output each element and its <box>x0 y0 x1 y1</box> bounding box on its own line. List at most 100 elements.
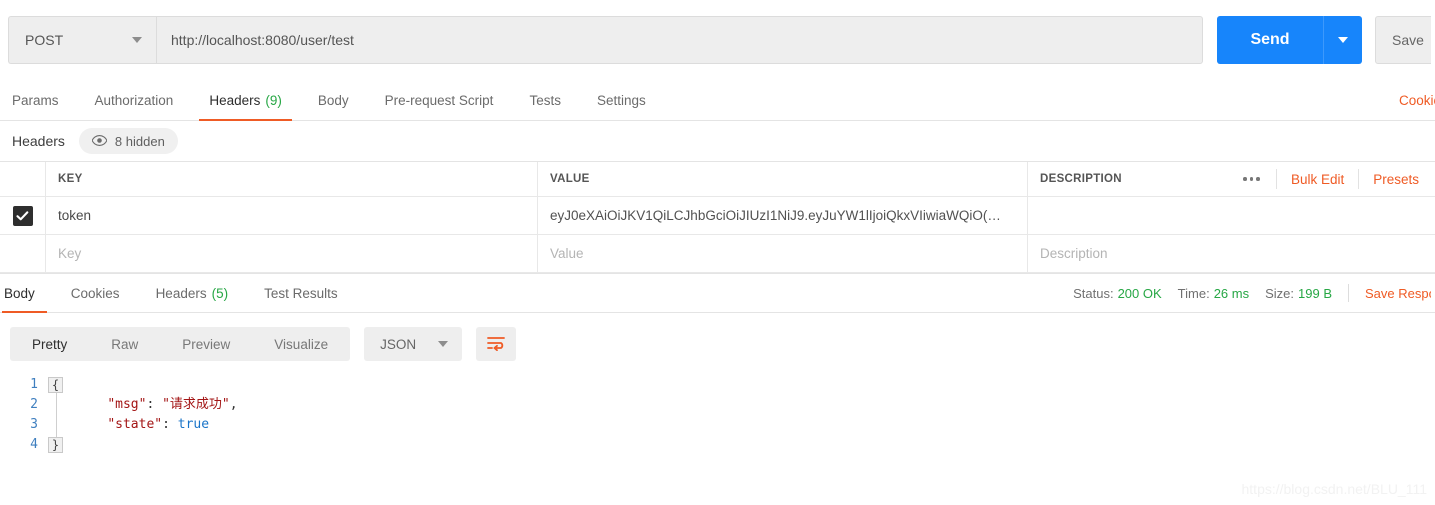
code-line: "msg": "请求成功", <box>76 395 238 415</box>
size-badge: Size: 199 B <box>1265 286 1332 301</box>
tab-headers[interactable]: Headers (9) <box>191 80 300 121</box>
response-body-viewer[interactable]: 1 2 3 4 { } "msg": "请求成功", "state": true <box>0 375 1435 455</box>
chevron-down-icon <box>438 341 449 347</box>
save-button[interactable]: Save <box>1375 16 1435 64</box>
dot <box>1243 177 1247 181</box>
new-value-input[interactable]: Value <box>538 235 1028 272</box>
tab-params[interactable]: Params <box>0 80 77 120</box>
divider <box>1348 284 1349 302</box>
bulk-edit-button[interactable]: Bulk Edit <box>1277 169 1360 189</box>
time-value: 26 ms <box>1213 285 1250 301</box>
view-mode-raw[interactable]: Raw <box>89 327 160 361</box>
new-description-input[interactable]: Description <box>1028 235 1435 272</box>
tab-label: Cookies <box>70 285 120 301</box>
send-options-button[interactable] <box>1323 16 1362 64</box>
tab-settings[interactable]: Settings <box>579 80 664 120</box>
hidden-headers-label: 8 hidden <box>114 133 165 149</box>
tab-authorization[interactable]: Authorization <box>77 80 192 120</box>
response-format-label: JSON <box>380 336 417 352</box>
tab-count: (5) <box>211 285 229 301</box>
new-description-placeholder: Description <box>1040 246 1108 261</box>
table-actions: Bulk Edit Presets <box>1227 162 1423 196</box>
response-tab-test-results[interactable]: Test Results <box>246 274 356 312</box>
json-boolean-value: true <box>177 417 210 432</box>
line-number: 2 <box>30 397 38 412</box>
view-mode-preview[interactable]: Preview <box>160 327 252 361</box>
hidden-headers-toggle[interactable]: 8 hidden <box>78 128 178 154</box>
window-right-edge <box>1431 0 1435 80</box>
line-number: 3 <box>30 417 38 432</box>
dot <box>1256 177 1260 181</box>
fold-open-brace[interactable]: { <box>48 377 63 393</box>
http-method-label: POST <box>25 32 64 48</box>
json-colon: : <box>146 397 163 412</box>
tab-count: (9) <box>265 92 282 108</box>
code-lines: "msg": "请求成功", "state": true <box>66 375 238 455</box>
code-fold-column: { } <box>48 375 66 455</box>
cookies-link[interactable]: Cookies <box>1399 80 1435 120</box>
tab-label: Test Results <box>264 285 338 301</box>
new-key-placeholder: Key <box>58 246 82 261</box>
tab-label: Body <box>317 92 349 108</box>
request-tab-bar: Params Authorization Headers (9) Body Pr… <box>0 80 1435 121</box>
header-cell-description: DESCRIPTION Bulk Edit Presets <box>1028 162 1435 196</box>
tab-tests[interactable]: Tests <box>511 80 579 120</box>
http-method-select[interactable]: POST <box>8 16 156 64</box>
line-number: 1 <box>30 377 38 392</box>
view-mode-visualize[interactable]: Visualize <box>252 327 350 361</box>
send-button-group: Send <box>1217 16 1362 64</box>
response-body-toolbar: Pretty Raw Preview Visualize JSON <box>0 313 1435 375</box>
status-value: 200 OK <box>1117 285 1162 301</box>
row-description-input[interactable] <box>1028 197 1435 234</box>
json-colon: : <box>162 417 178 432</box>
header-cell-value: VALUE <box>538 162 1028 196</box>
request-bar: POST http://localhost:8080/user/test Sen… <box>0 0 1435 80</box>
tab-label: Settings <box>596 92 646 108</box>
header-cell-checkbox <box>0 162 46 196</box>
send-button[interactable]: Send <box>1217 16 1323 64</box>
more-options-icon[interactable] <box>1227 169 1277 189</box>
size-value: 199 B <box>1298 285 1332 301</box>
table-row: token eyJ0eXAiOiJKV1QiLCJhbGciOiJIUzI1Ni… <box>0 197 1435 235</box>
row-value-input[interactable]: eyJ0eXAiOiJKV1QiLCJhbGciOiJIUzI1NiJ9.eyJ… <box>538 197 1028 234</box>
save-response-button[interactable]: Save Response <box>1365 286 1431 301</box>
line-number-gutter: 1 2 3 4 <box>12 375 48 455</box>
json-string-value: "请求成功" <box>162 397 230 412</box>
tab-pre-request-script[interactable]: Pre-request Script <box>367 80 512 120</box>
new-key-input[interactable]: Key <box>46 235 538 272</box>
table-header-row: KEY VALUE DESCRIPTION Bulk Edit Presets <box>0 162 1435 197</box>
json-key: "state" <box>107 417 163 432</box>
tab-body[interactable]: Body <box>300 80 367 120</box>
row-value-text: eyJ0eXAiOiJKV1QiLCJhbGciOiJIUzI1NiJ9.eyJ… <box>550 208 1001 223</box>
tab-label: Params <box>12 92 59 108</box>
fold-close-brace[interactable]: } <box>48 437 63 453</box>
word-wrap-toggle[interactable] <box>476 327 517 361</box>
time-label: Time: <box>1177 285 1210 301</box>
view-mode-pretty[interactable]: Pretty <box>10 327 89 361</box>
headers-section-bar: Headers 8 hidden <box>0 121 1435 161</box>
tab-label: Body <box>4 285 35 301</box>
chevron-down-icon <box>132 37 142 43</box>
response-status-strip: Status: 200 OK Time: 26 ms Size: 199 B Save… <box>1073 274 1435 312</box>
row-checkbox-cell <box>0 197 46 234</box>
response-tab-headers[interactable]: Headers (5) <box>138 274 247 312</box>
code-line: "state": true <box>76 415 238 435</box>
response-tab-body[interactable]: Body <box>0 274 53 313</box>
response-tab-cookies[interactable]: Cookies <box>53 274 138 312</box>
status-label: Status: <box>1073 285 1114 301</box>
response-format-select[interactable]: JSON <box>364 327 463 361</box>
column-title: KEY <box>58 173 83 185</box>
presets-button[interactable]: Presets <box>1359 169 1423 189</box>
json-comma: , <box>229 397 238 412</box>
dot <box>1249 177 1254 181</box>
headers-section-title: Headers <box>12 133 65 149</box>
row-key-input[interactable]: token <box>46 197 538 234</box>
url-input[interactable]: http://localhost:8080/user/test <box>156 16 1203 64</box>
tab-label: Pre-request Script <box>384 92 494 108</box>
row-enabled-checkbox[interactable] <box>12 205 33 226</box>
tab-label: Headers <box>209 92 261 108</box>
line-number: 4 <box>30 437 38 452</box>
json-key: "msg" <box>107 397 147 412</box>
